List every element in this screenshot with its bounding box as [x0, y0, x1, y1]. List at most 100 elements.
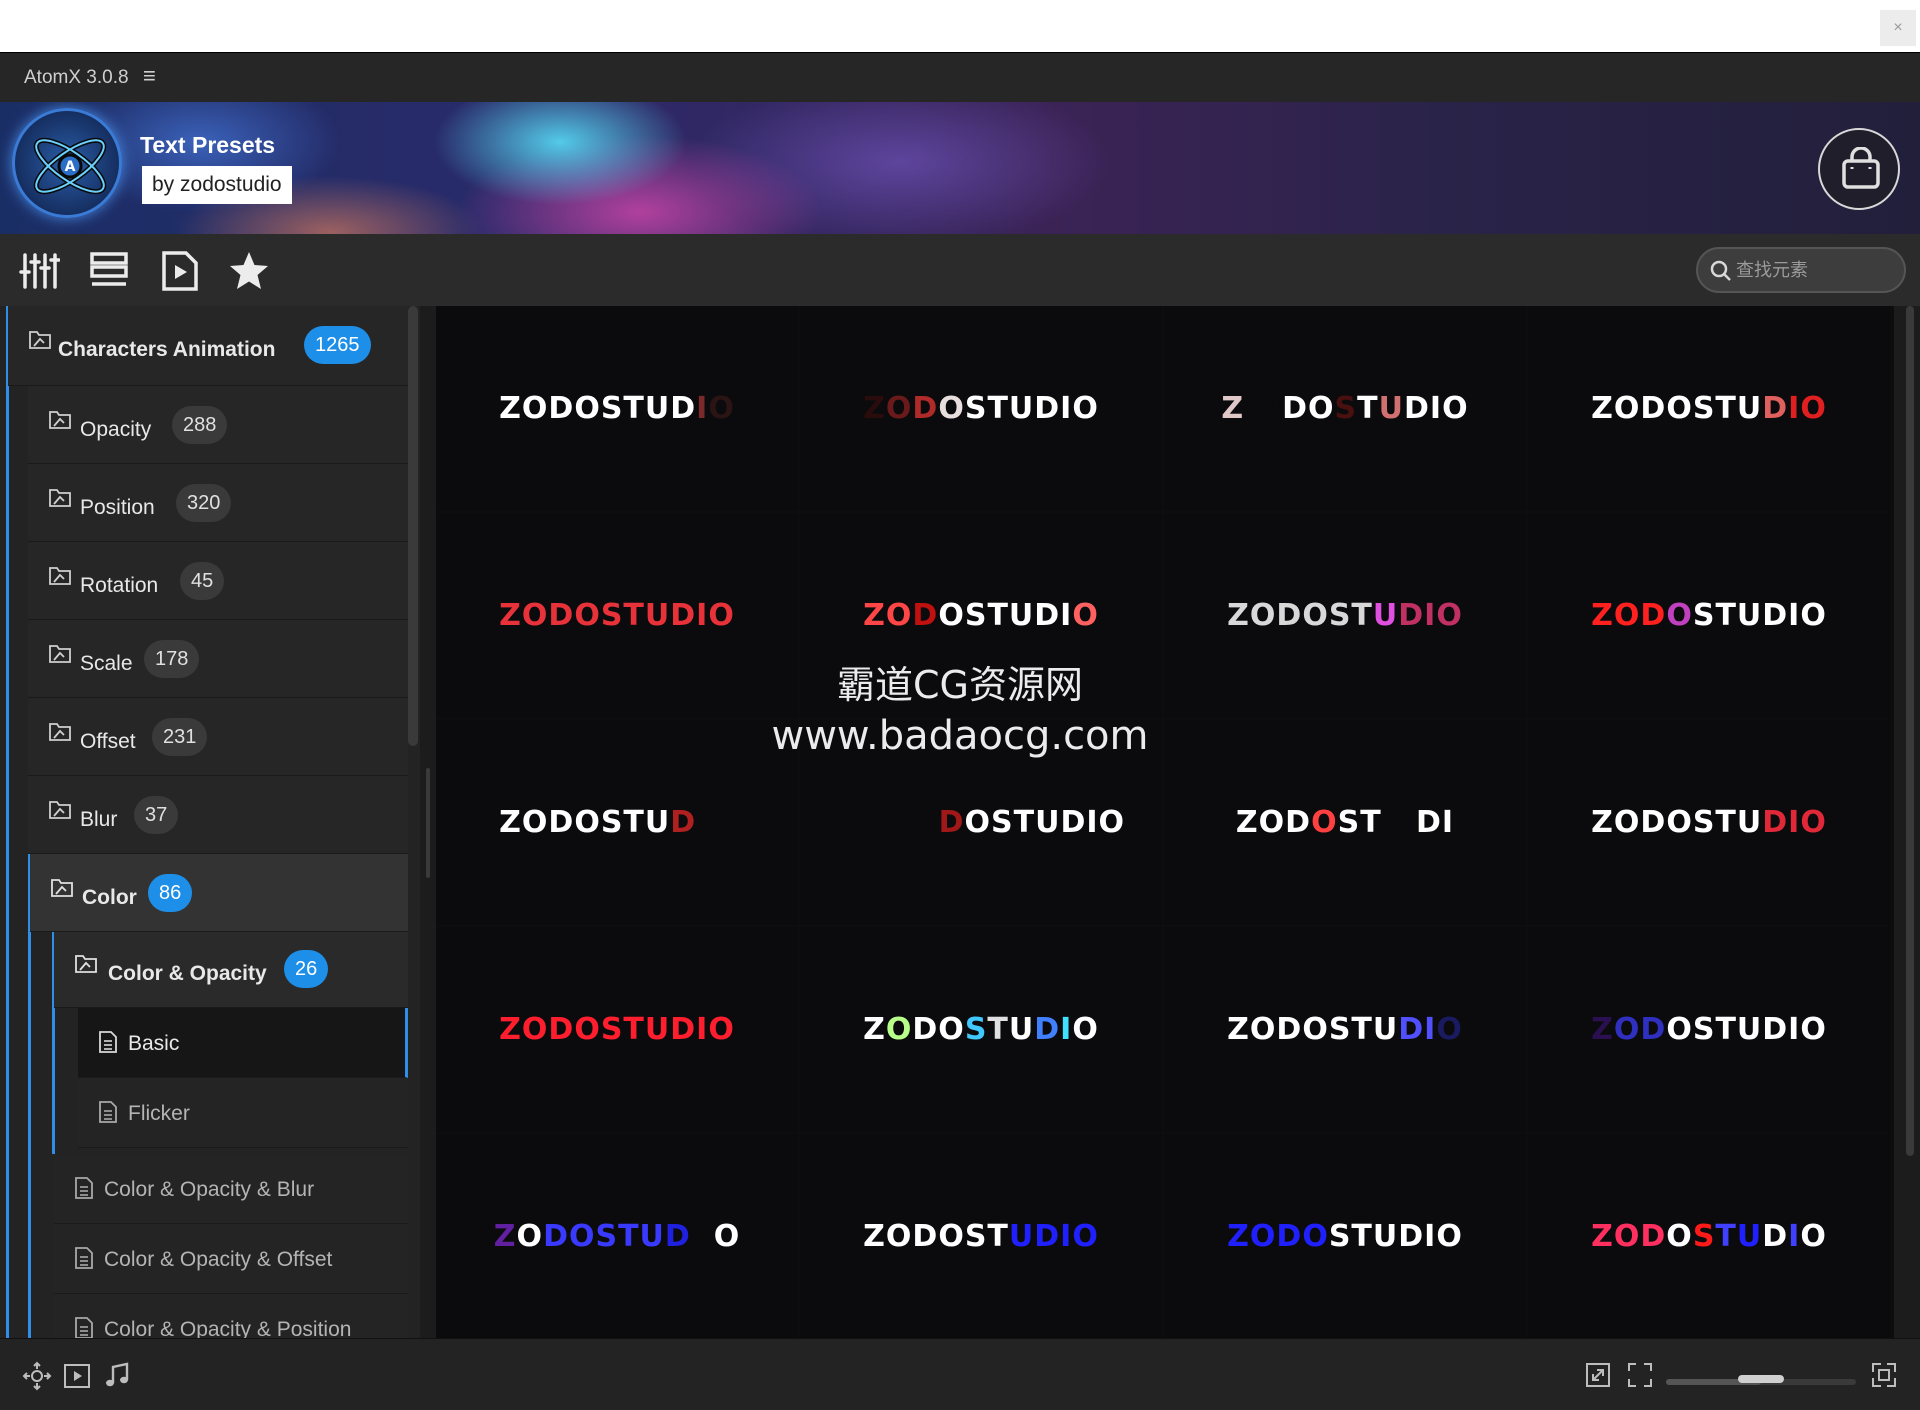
music-icon[interactable] [102, 1361, 132, 1391]
preview-letter-group: DO [912, 1012, 965, 1047]
preview-letter-group: I [1060, 1012, 1073, 1047]
folder-icon [49, 645, 71, 663]
tree-item-label: Color & Opacity [108, 962, 267, 985]
preview-letter-group: O [1800, 1219, 1827, 1254]
preset-preview-text: ZODOSTUDIO [499, 391, 735, 426]
count-badge: 288 [172, 406, 228, 444]
tree-item-color-opacity[interactable]: Color & Opacity 26 [54, 932, 408, 1008]
preset-thumbnail[interactable]: ZODOSTUDIO [436, 306, 798, 511]
preset-thumbnail[interactable]: ZODOSTUDIO [1164, 927, 1526, 1132]
list-icon[interactable] [88, 250, 130, 292]
preview-letter-group [1244, 391, 1255, 426]
preset-thumbnail[interactable]: ZODOSTUDIO [1528, 1134, 1890, 1338]
tree-item-color-opacity-blur[interactable]: Color & Opacity & Blur [54, 1154, 408, 1224]
preset-preview-text: ZODOSTUDIO [1227, 1219, 1463, 1254]
tree-item-basic[interactable]: Basic [78, 1008, 408, 1078]
search-input[interactable] [1736, 257, 1896, 283]
preset-thumbnail[interactable]: ZODOSTUDIO [1164, 1134, 1526, 1338]
preview-letter-group: S [1692, 1219, 1716, 1254]
star-icon[interactable] [228, 250, 270, 292]
count-badge: 45 [180, 562, 225, 600]
tree-line [6, 306, 9, 1338]
sidebar-scrollbar[interactable] [408, 306, 418, 746]
tree-item-flicker[interactable]: Flicker [78, 1078, 408, 1148]
tree-item-scale[interactable]: Scale 178 [28, 620, 408, 698]
preview-letter-group: ZOD [1235, 805, 1312, 840]
preset-thumbnail[interactable]: ZODOSTUDIO [436, 720, 798, 925]
shop-button[interactable] [1818, 128, 1900, 210]
preset-thumbnail[interactable]: ZODOSTUD O [436, 1134, 798, 1338]
document-icon [99, 1101, 117, 1123]
preview-letter-group: OSTUDI [938, 598, 1073, 633]
preview-letter-group: O [885, 391, 913, 426]
preset-preview-text: ZODOSTUDIO [863, 391, 1099, 426]
tree-item-position[interactable]: Position 320 [28, 464, 408, 542]
preview-letter-group: O [1072, 598, 1099, 633]
category-sidebar: Characters Animation 1265 Opacity 288 Po… [0, 306, 420, 1338]
preset-thumbnail[interactable]: ZODOSTUDIO [800, 927, 1162, 1132]
preset-thumbnail[interactable]: ZODOSTUDIO [1528, 306, 1890, 511]
preview-letter-group: D [912, 391, 939, 426]
preset-preview-text: Z ODOSTUDIO [1221, 391, 1468, 426]
preview-letter-group: DI [1416, 805, 1455, 840]
preview-letter-group: O [1666, 1219, 1693, 1254]
preset-thumbnail[interactable]: ZODOSTUDIO [1164, 513, 1526, 718]
preset-thumbnail[interactable]: ZODOSTUDIO [800, 1134, 1162, 1338]
tree-item-characters-animation[interactable]: Characters Animation 1265 [8, 306, 408, 386]
preset-preview-text: ZODOSTUDIO [499, 598, 735, 633]
preview-letter-group: D [1034, 1012, 1061, 1047]
preset-thumbnail[interactable]: ZODOSTUDIO [436, 927, 798, 1132]
tree-item-color-opacity-position[interactable]: Color & Opacity & Position [54, 1294, 408, 1338]
preset-thumbnail[interactable]: ZODOSTUDIO [800, 306, 1162, 511]
tree-item-offset[interactable]: Offset 231 [28, 698, 408, 776]
video-icon[interactable] [62, 1361, 92, 1391]
grid-scrollbar[interactable] [1906, 306, 1914, 1156]
tree-item-color-opacity-offset[interactable]: Color & Opacity & Offset [54, 1224, 408, 1294]
preset-thumbnail[interactable]: ZODODOSTUDIO [800, 720, 1162, 925]
preset-thumbnail[interactable]: ZODOSTUDIO [1528, 927, 1890, 1132]
tree-item-label: Position [80, 496, 155, 519]
hamburger-menu-icon[interactable]: ≡ [143, 63, 156, 89]
video-file-icon[interactable] [158, 250, 200, 292]
preview-letter-group: U [1736, 1219, 1763, 1254]
preview-letter-group [1382, 805, 1416, 840]
preset-thumbnail[interactable]: ZODOSTUDIO [436, 513, 798, 718]
tree-item-label: Color & Opacity & Position [104, 1318, 352, 1338]
preview-letter-group: T [987, 1012, 1009, 1047]
preview-letter-group: OSTUDIO [1666, 1012, 1827, 1047]
preset-preview-text: ZODOSTUDIO [863, 1012, 1099, 1047]
search-box[interactable] [1696, 247, 1906, 293]
tree-item-rotation[interactable]: Rotation 45 [28, 542, 408, 620]
sliders-icon[interactable] [18, 250, 61, 292]
folder-icon [49, 723, 71, 741]
preset-thumbnail[interactable]: ZODOSTUDIO [1528, 513, 1890, 718]
tree-item-label: Scale [80, 652, 133, 675]
splitter-grip[interactable] [426, 768, 430, 878]
preview-letter-group: OD [1613, 1012, 1667, 1047]
tree-item-blur[interactable]: Blur 37 [28, 776, 408, 854]
count-badge: 1265 [304, 326, 371, 364]
preset-thumbnail[interactable]: ZODOST DI [1164, 720, 1526, 925]
fit-icon[interactable] [1584, 1361, 1612, 1389]
3d-move-icon[interactable] [22, 1361, 52, 1391]
preset-thumbnail[interactable]: ZODOSTUDIO [800, 513, 1162, 718]
close-button[interactable]: × [1880, 10, 1916, 46]
preset-thumbnail[interactable]: Z ODOSTUDIO [1164, 306, 1526, 511]
zoom-slider-handle[interactable] [1738, 1375, 1784, 1383]
count-badge: 178 [144, 640, 200, 678]
tree-item-label: Characters Animation [58, 338, 276, 361]
zoom-slider[interactable] [1666, 1375, 1856, 1385]
tree-item-label: Basic [128, 1032, 180, 1055]
folder-icon [75, 955, 97, 973]
tree-item-color[interactable]: Color 86 [30, 854, 408, 932]
fullscreen-icon[interactable] [1626, 1361, 1654, 1389]
preview-letter-group: DIO [1398, 598, 1463, 633]
document-icon [75, 1247, 93, 1269]
tree-item-opacity[interactable]: Opacity 288 [28, 386, 408, 464]
preset-thumbnail[interactable]: ZODOSTUDIO [1528, 720, 1890, 925]
app-title: AtomX 3.0.8 [24, 67, 129, 88]
expand-icon[interactable] [1870, 1361, 1898, 1389]
tree-item-label: Color [82, 886, 137, 909]
preset-preview-text: ZODOST DI [1236, 805, 1454, 840]
panel-splitter[interactable] [420, 306, 436, 1338]
